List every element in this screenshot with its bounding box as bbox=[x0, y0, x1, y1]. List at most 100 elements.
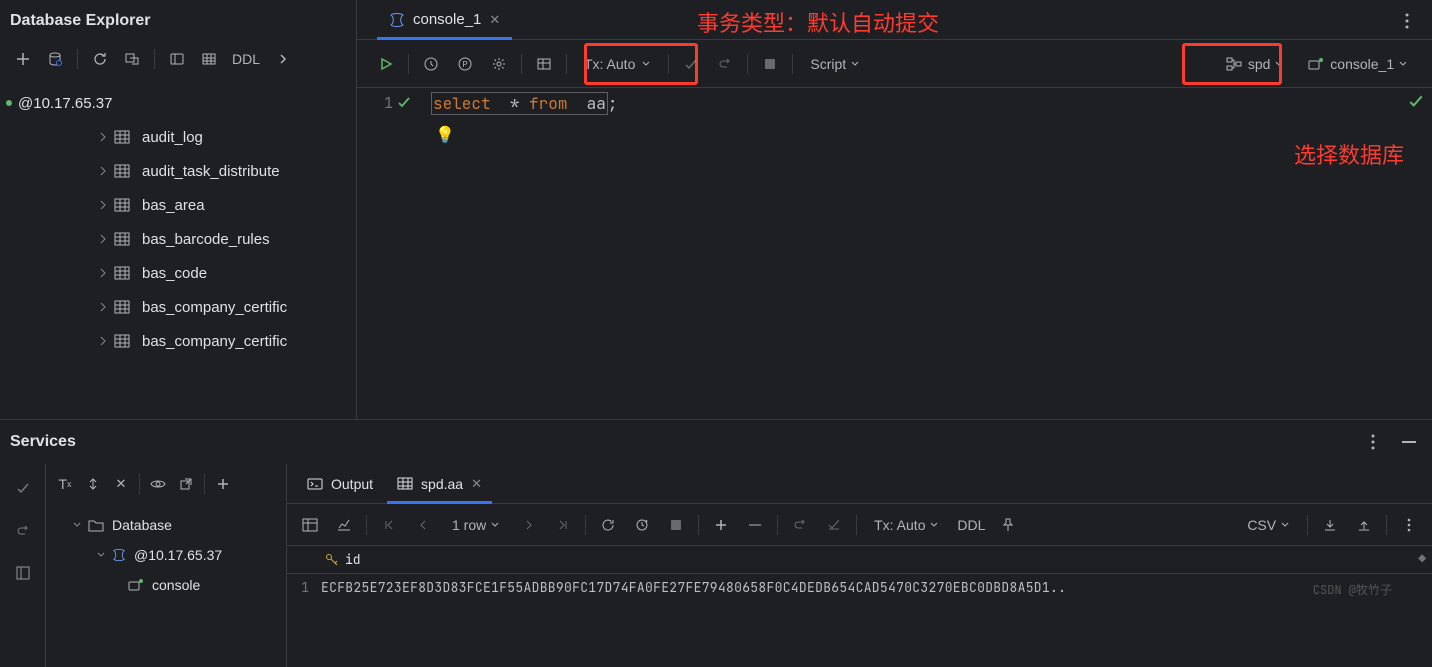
intention-bulb-icon[interactable]: 💡 bbox=[435, 124, 455, 145]
rollback-icon[interactable] bbox=[10, 518, 36, 544]
table-name: bas_code bbox=[142, 265, 207, 282]
check-icon[interactable] bbox=[10, 476, 36, 502]
submit-icon[interactable] bbox=[819, 510, 849, 540]
table-output-icon[interactable] bbox=[529, 49, 559, 79]
csv-label: CSV bbox=[1247, 517, 1276, 533]
table-view-icon[interactable] bbox=[295, 510, 325, 540]
close-icon[interactable]: ✕ bbox=[108, 471, 134, 497]
more-icon[interactable] bbox=[1360, 429, 1386, 455]
tree-item[interactable]: bas_code bbox=[0, 256, 356, 290]
line-number: 1 bbox=[357, 93, 397, 113]
tree-item[interactable]: bas_company_certific bbox=[0, 290, 356, 324]
result-grid[interactable]: id ◆ 1 ECFB25E723EF8D3D83FCE1F55ADBB90FC… bbox=[287, 546, 1432, 600]
auto-reload-icon[interactable] bbox=[627, 510, 657, 540]
code-editor[interactable]: 1 select * from aa; 💡 选择数据库 bbox=[357, 88, 1432, 419]
editor-toolbar: P Tx: Auto Script bbox=[357, 40, 1432, 88]
upload-icon[interactable] bbox=[1349, 510, 1379, 540]
services-tree-label: @10.17.65.37 bbox=[134, 547, 222, 563]
add-row-icon[interactable] bbox=[706, 510, 736, 540]
services-tree-host[interactable]: @10.17.65.37 bbox=[46, 540, 286, 570]
download-icon[interactable] bbox=[1315, 510, 1345, 540]
more-icon[interactable] bbox=[1394, 510, 1424, 540]
next-page-icon[interactable] bbox=[514, 510, 544, 540]
separator bbox=[777, 515, 778, 535]
chart-icon[interactable] bbox=[329, 510, 359, 540]
separator bbox=[521, 54, 522, 74]
schema-dropdown[interactable]: spd bbox=[1216, 49, 1294, 79]
add-icon[interactable] bbox=[210, 471, 236, 497]
open-new-icon[interactable] bbox=[173, 471, 199, 497]
services-output-panel: Output spd.aa ✕ 1 row bbox=[286, 464, 1432, 667]
datasource-properties-icon[interactable] bbox=[42, 46, 68, 72]
result-tab[interactable]: spd.aa ✕ bbox=[387, 464, 492, 503]
ddl-button[interactable]: DDL bbox=[228, 44, 264, 74]
filter-icon[interactable] bbox=[80, 471, 106, 497]
tree-item[interactable]: bas_barcode_rules bbox=[0, 222, 356, 256]
close-icon[interactable]: ✕ bbox=[489, 12, 500, 28]
more-icon[interactable] bbox=[1394, 8, 1420, 34]
output-tab[interactable]: Output bbox=[297, 464, 383, 503]
revert-icon[interactable] bbox=[785, 510, 815, 540]
row-count-dropdown[interactable]: 1 row bbox=[442, 510, 510, 540]
table-icon bbox=[114, 164, 132, 178]
rollback-icon[interactable] bbox=[710, 49, 740, 79]
column-header[interactable]: id bbox=[317, 551, 369, 568]
tx-mode-dropdown[interactable]: Tx: Auto bbox=[864, 510, 949, 540]
db-explorer-toolbar: DDL bbox=[0, 44, 356, 82]
show-icon[interactable] bbox=[145, 471, 171, 497]
chevron-right-icon bbox=[96, 232, 110, 246]
tx-filter-icon[interactable]: Tx bbox=[52, 471, 78, 497]
editor-tab[interactable]: console_1 ✕ bbox=[377, 0, 512, 39]
hide-icon[interactable] bbox=[1396, 429, 1422, 455]
session-dropdown[interactable]: console_1 bbox=[1298, 49, 1418, 79]
prev-page-icon[interactable] bbox=[408, 510, 438, 540]
layout-icon[interactable] bbox=[10, 560, 36, 586]
refresh-icon[interactable] bbox=[87, 46, 113, 72]
table-name: bas_company_certific bbox=[142, 299, 287, 316]
explain-plan-icon[interactable]: P bbox=[450, 49, 480, 79]
grid-row[interactable]: 1 ECFB25E723EF8D3D83FCE1F55ADBB90FC17D74… bbox=[287, 574, 1432, 600]
separator bbox=[77, 49, 78, 69]
view-icon[interactable] bbox=[164, 46, 190, 72]
line-status-ok-icon bbox=[397, 96, 417, 110]
first-page-icon[interactable] bbox=[374, 510, 404, 540]
pin-icon[interactable] bbox=[993, 510, 1023, 540]
script-dropdown[interactable]: Script bbox=[800, 49, 870, 79]
export-format-dropdown[interactable]: CSV bbox=[1237, 510, 1300, 540]
reload-icon[interactable] bbox=[593, 510, 623, 540]
tree-item[interactable]: bas_company_certific bbox=[0, 324, 356, 358]
result-tab-label: spd.aa bbox=[421, 476, 463, 492]
tree-item[interactable]: audit_log bbox=[0, 120, 356, 154]
inspection-ok-icon[interactable] bbox=[1408, 94, 1424, 110]
chevron-right-icon bbox=[96, 198, 110, 212]
run-button[interactable] bbox=[371, 49, 401, 79]
tree-item[interactable]: bas_area bbox=[0, 188, 356, 222]
column-name: id bbox=[345, 551, 361, 568]
remove-row-icon[interactable] bbox=[740, 510, 770, 540]
stop-icon[interactable] bbox=[661, 510, 691, 540]
services-tree-console[interactable]: console bbox=[46, 570, 286, 600]
table-view-icon[interactable] bbox=[196, 46, 222, 72]
stop-icon[interactable] bbox=[755, 49, 785, 79]
history-icon[interactable] bbox=[416, 49, 446, 79]
settings-icon[interactable] bbox=[484, 49, 514, 79]
last-page-icon[interactable] bbox=[548, 510, 578, 540]
annotation-db: 选择数据库 bbox=[1294, 138, 1404, 170]
column-sort-icon[interactable]: ◆ bbox=[1418, 550, 1426, 567]
tx-mode-dropdown[interactable]: Tx: Auto bbox=[574, 49, 661, 79]
close-icon[interactable]: ✕ bbox=[471, 476, 482, 492]
ddl-button[interactable]: DDL bbox=[953, 510, 989, 540]
add-icon[interactable] bbox=[10, 46, 36, 72]
chevron-right-icon[interactable] bbox=[270, 46, 296, 72]
db-host-node[interactable]: @10.17.65.37 bbox=[0, 86, 356, 120]
tree-item[interactable]: audit_task_distribute bbox=[0, 154, 356, 188]
sync-icon[interactable] bbox=[119, 46, 145, 72]
editor-tab-bar: console_1 ✕ 事务类型：默认自动提交 bbox=[357, 0, 1432, 40]
services-tree-label: console bbox=[152, 577, 200, 593]
chevron-right-icon bbox=[96, 266, 110, 280]
table-icon bbox=[114, 334, 132, 348]
services-tree-label: Database bbox=[112, 517, 172, 533]
separator bbox=[154, 49, 155, 69]
commit-icon[interactable] bbox=[676, 49, 706, 79]
services-tree-root[interactable]: Database bbox=[46, 510, 286, 540]
